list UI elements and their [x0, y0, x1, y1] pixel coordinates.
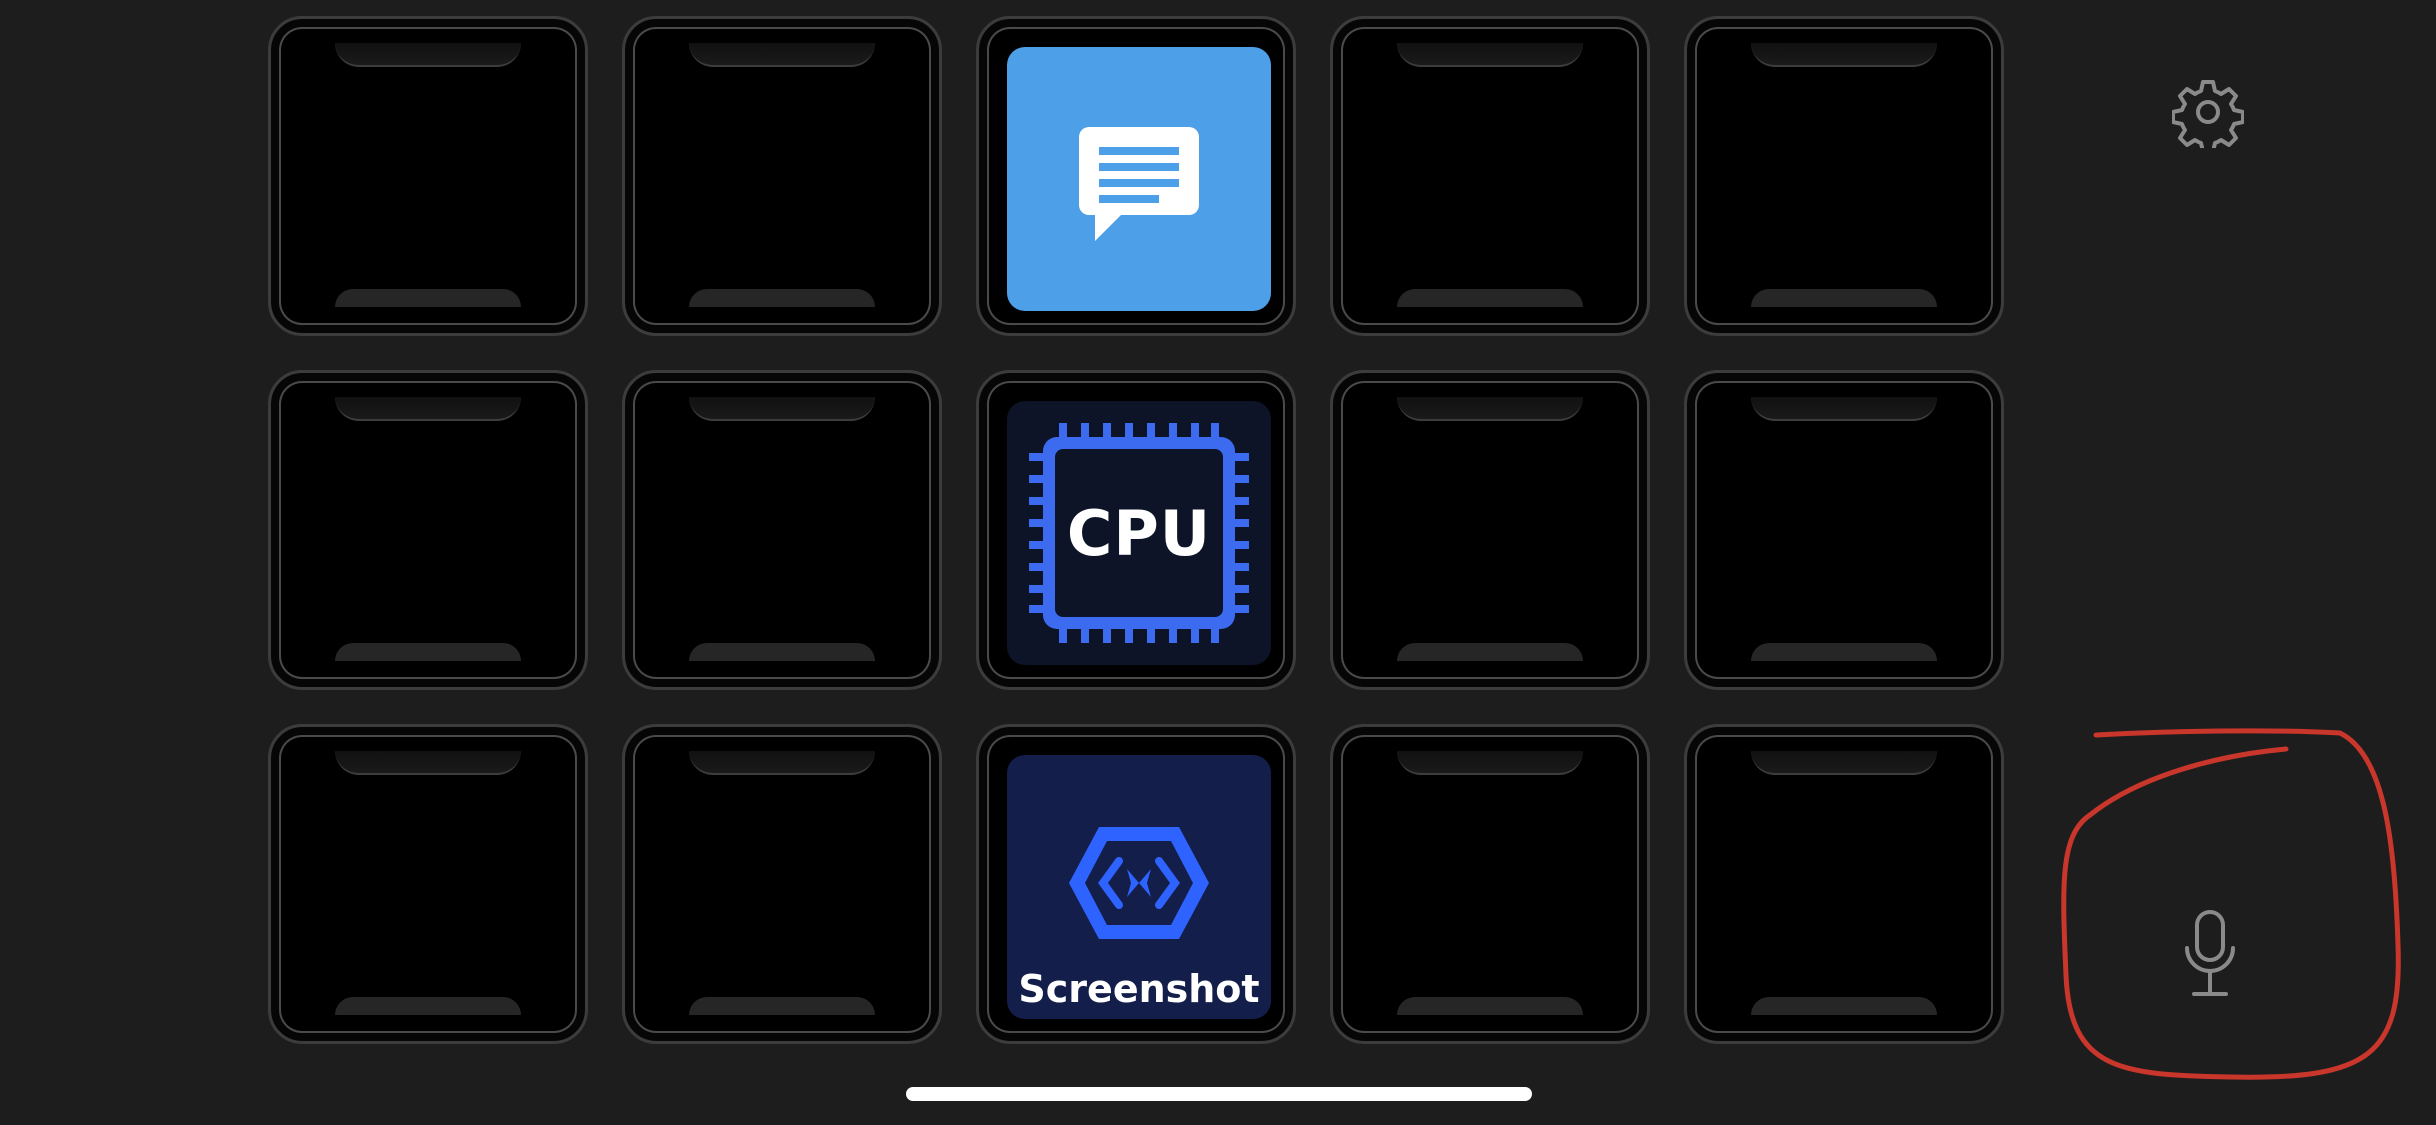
deck-key-empty[interactable] [1330, 370, 1650, 690]
deck-key-empty[interactable] [622, 724, 942, 1044]
deck-key-empty[interactable] [268, 370, 588, 690]
deck-key-empty[interactable] [1684, 724, 2004, 1044]
microphone-icon[interactable] [2182, 908, 2238, 1000]
cpu-button-face: CPU [1007, 401, 1271, 665]
deck-key-empty[interactable] [1684, 370, 2004, 690]
deck-key-empty[interactable] [622, 370, 942, 690]
deck-key-chat[interactable] [976, 16, 1296, 336]
screenshot-button-face: Screenshot [1007, 755, 1271, 1019]
chat-bubble-icon [1079, 127, 1199, 241]
deck-key-empty[interactable] [1330, 16, 1650, 336]
deck-key-empty[interactable] [622, 16, 942, 336]
deck-key-empty[interactable] [268, 16, 588, 336]
chat-button-face [1007, 47, 1271, 311]
gear-icon[interactable] [2172, 76, 2244, 148]
deck-key-screenshot[interactable]: Screenshot [976, 724, 1296, 1044]
home-indicator[interactable] [906, 1087, 1532, 1101]
deck-key-empty[interactable] [268, 724, 588, 1044]
deck-key-empty[interactable] [1330, 724, 1650, 1044]
cpu-label: CPU [1066, 497, 1212, 570]
deck-key-cpu[interactable]: CPU [976, 370, 1296, 690]
deck-key-empty[interactable] [1684, 16, 2004, 336]
screenshot-label: Screenshot [1018, 967, 1260, 1011]
